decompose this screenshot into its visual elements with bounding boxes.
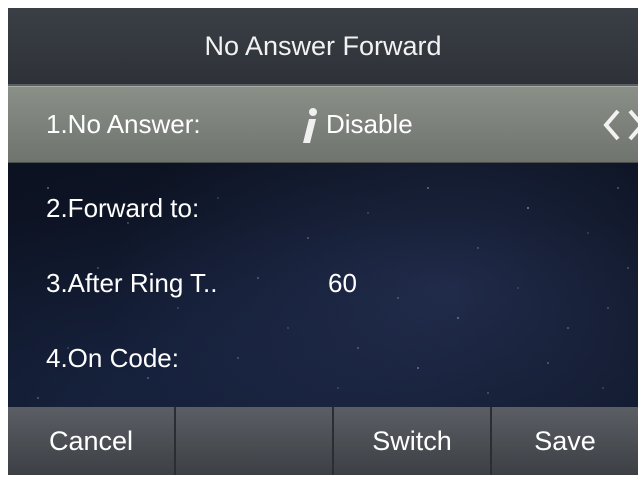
title-bar: No Answer Forward [8,8,638,86]
chevron-right-icon[interactable] [626,109,638,141]
setting-row-on-code[interactable]: 4.On Code: [8,321,638,396]
empty-softkey[interactable] [174,407,332,475]
setting-row-forward-to[interactable]: 2.Forward to: [8,171,638,246]
chevron-left-icon[interactable] [602,109,622,141]
switch-button[interactable]: Switch [332,407,490,475]
setting-row-after-ring-time[interactable]: 3.After Ring T.. 60 [8,246,638,321]
setting-label-forward-to: 2.Forward to: [46,193,200,223]
page-title: No Answer Forward [204,31,442,61]
setting-row-no-answer[interactable]: 1.No Answer: Disable [8,86,638,163]
setting-label-after-ring-time: 3.After Ring T.. [46,268,218,298]
setting-label-no-answer: 1.No Answer: [46,109,201,139]
setting-label-on-code: 4.On Code: [46,343,179,373]
setting-value-after-ring-time[interactable]: 60 [328,246,357,321]
phone-screen: No Answer Forward 1.No Answer: Disable 2… [8,8,638,475]
setting-value-no-answer: Disable [326,109,413,139]
info-icon [303,108,317,143]
save-button[interactable]: Save [490,407,638,475]
cancel-button[interactable]: Cancel [8,407,174,475]
softkey-bar: Cancel Switch Save [8,407,638,475]
